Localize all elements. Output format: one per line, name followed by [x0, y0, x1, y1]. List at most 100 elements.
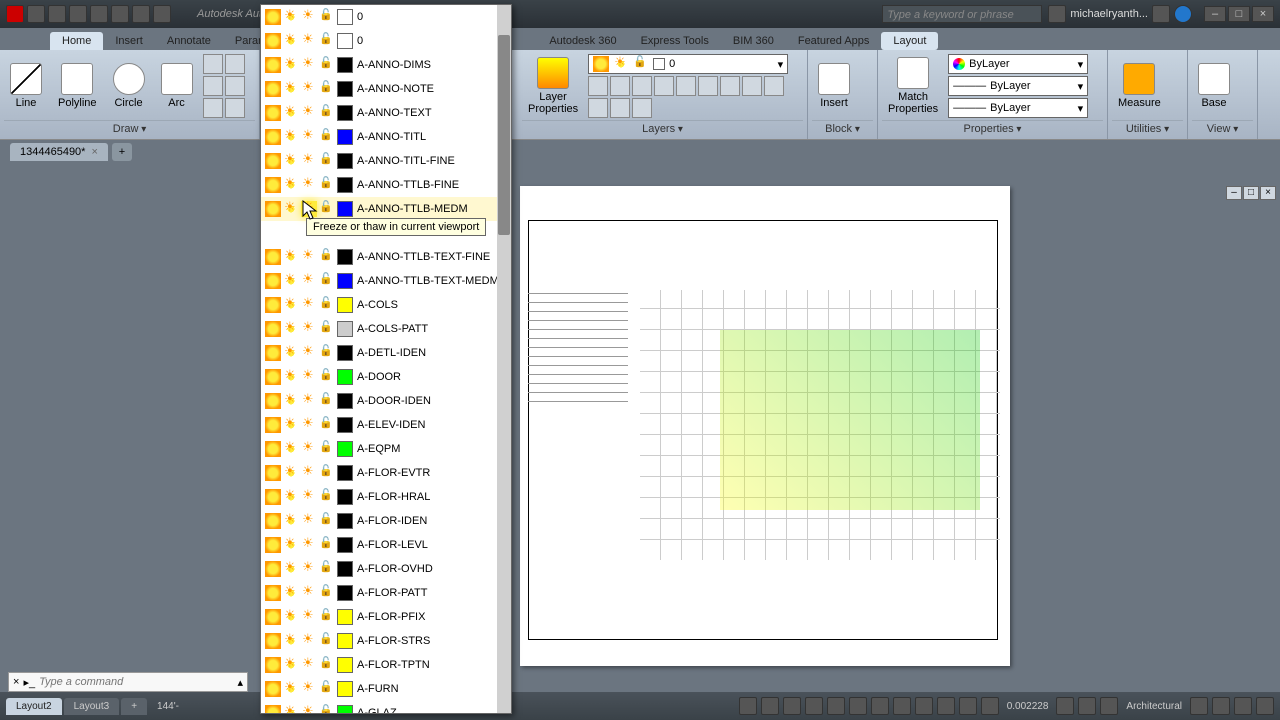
layer-row[interactable]: A-ELEV-IDEN [261, 413, 511, 437]
snap-toggle[interactable] [783, 697, 801, 715]
doc-close-button[interactable]: × [1260, 186, 1276, 200]
layer-row[interactable]: A-FLOR-PFIX [261, 605, 511, 629]
vp-freeze-icon[interactable] [301, 657, 317, 673]
bulb-icon[interactable] [265, 705, 281, 714]
lock-icon[interactable] [319, 105, 335, 121]
vp-freeze-icon[interactable] [301, 633, 317, 649]
freeze-icon[interactable] [283, 9, 299, 25]
otrack-toggle[interactable] [871, 697, 889, 715]
color-swatch[interactable] [337, 561, 353, 577]
bulb-icon[interactable] [265, 657, 281, 673]
vp-freeze-icon[interactable] [301, 513, 317, 529]
saveas-icon[interactable] [90, 5, 108, 23]
lock-icon[interactable] [319, 33, 335, 49]
bulb-icon[interactable] [265, 417, 281, 433]
workspace-button[interactable] [1078, 697, 1096, 715]
color-swatch[interactable] [337, 705, 353, 714]
bulb-icon[interactable] [265, 441, 281, 457]
layer-row[interactable]: A-ANNO-TTLB-FINE [261, 173, 511, 197]
color-swatch[interactable] [337, 417, 353, 433]
bulb-icon[interactable] [265, 489, 281, 505]
polyline-button[interactable]: Polyline [52, 61, 103, 111]
bulb-icon[interactable] [265, 105, 281, 121]
tab-featured[interactable]: Featured Apps [786, 32, 882, 50]
tab-express[interactable]: Express Tools [629, 32, 721, 50]
lock-icon[interactable] [319, 273, 335, 289]
bulb-icon[interactable] [265, 81, 281, 97]
lock-icon[interactable] [319, 633, 335, 649]
bulb-icon[interactable] [265, 345, 281, 361]
layout-tab-2[interactable]: Layout2 [6, 698, 62, 715]
cycling-toggle[interactable] [959, 697, 977, 715]
layer-combo[interactable]: 0▾ [588, 54, 788, 74]
color-swatch[interactable] [337, 177, 353, 193]
layer-row[interactable]: 0 [261, 5, 511, 29]
layer-row[interactable]: A-ANNO-TITL [261, 125, 511, 149]
color-swatch[interactable] [337, 489, 353, 505]
color-swatch[interactable] [337, 657, 353, 673]
freeze-icon[interactable] [283, 633, 299, 649]
lock-icon[interactable] [319, 657, 335, 673]
layer-dropdown[interactable]: 00A-ANNO-DIMSA-ANNO-NOTEA-ANNO-TEXTA-ANN… [260, 4, 512, 714]
panel-title-draw[interactable]: Draw ▾ [4, 120, 255, 137]
color-swatch[interactable] [337, 633, 353, 649]
lock-icon[interactable] [319, 417, 335, 433]
vp-freeze-icon[interactable] [301, 81, 317, 97]
undo-icon[interactable] [132, 5, 150, 23]
bulb-icon[interactable] [265, 465, 281, 481]
osnap-toggle[interactable] [849, 697, 867, 715]
vp-freeze-icon[interactable] [301, 681, 317, 697]
freeze-icon[interactable] [283, 321, 299, 337]
bulb-icon[interactable] [265, 585, 281, 601]
layer-row[interactable]: A-GLAZ [261, 701, 511, 714]
color-swatch[interactable] [337, 345, 353, 361]
help-search-input[interactable]: Type a keyword or phrase [882, 5, 1042, 23]
vp-freeze-icon[interactable] [301, 441, 317, 457]
units-icon[interactable] [1100, 697, 1118, 715]
color-swatch[interactable] [337, 537, 353, 553]
close-tab-icon[interactable]: × [91, 146, 97, 158]
bulb-icon[interactable] [265, 129, 281, 145]
color-swatch[interactable] [337, 369, 353, 385]
redo-icon[interactable] [153, 5, 171, 23]
freeze-icon[interactable] [283, 609, 299, 625]
bulb-icon[interactable] [265, 369, 281, 385]
freeze-icon[interactable] [283, 201, 299, 217]
color-swatch[interactable] [337, 249, 353, 265]
tab-autodesk360[interactable]: Autodesk 360 [537, 32, 628, 50]
lock-icon[interactable] [319, 585, 335, 601]
bulb-icon[interactable] [265, 9, 281, 25]
layer-row[interactable]: A-ANNO-NOTE [261, 77, 511, 101]
color-swatch[interactable] [337, 129, 353, 145]
freeze-icon[interactable] [283, 417, 299, 433]
panel-title-block[interactable]: Block ▾ [812, 120, 873, 137]
bulb-icon[interactable] [265, 513, 281, 529]
bulb-icon[interactable] [265, 609, 281, 625]
layer-row[interactable]: A-FLOR-TPTN [261, 653, 511, 677]
lineweight-combo[interactable]: ———ByLayer▾ [948, 76, 1088, 96]
lock-icon[interactable] [319, 177, 335, 193]
vp-freeze-icon[interactable] [301, 33, 317, 49]
color-swatch[interactable] [337, 609, 353, 625]
freeze-icon[interactable] [283, 177, 299, 193]
color-swatch[interactable] [337, 297, 353, 313]
color-combo[interactable]: ByLayer▾ [948, 54, 1088, 74]
clean-screen-button[interactable] [1234, 697, 1252, 715]
vp-freeze-icon[interactable] [301, 537, 317, 553]
vp-freeze-icon[interactable] [301, 345, 317, 361]
vp-freeze-icon[interactable] [301, 417, 317, 433]
layer-row[interactable]: A-DOOR [261, 365, 511, 389]
units-readout[interactable]: Architectural [1122, 701, 1186, 712]
layer-row[interactable]: A-EQPM [261, 437, 511, 461]
freeze-icon[interactable] [283, 585, 299, 601]
lock-icon[interactable] [319, 489, 335, 505]
vp-freeze-icon[interactable] [301, 201, 317, 217]
circle-button[interactable]: Circle [107, 61, 151, 111]
anno-scale[interactable]: 0.002228 [1003, 701, 1053, 712]
freeze-icon[interactable] [283, 513, 299, 529]
vp-freeze-icon[interactable] [301, 177, 317, 193]
layout-add-button[interactable]: + [121, 698, 147, 715]
bulb-icon[interactable] [265, 561, 281, 577]
bulb-icon[interactable] [265, 273, 281, 289]
freeze-icon[interactable] [283, 657, 299, 673]
